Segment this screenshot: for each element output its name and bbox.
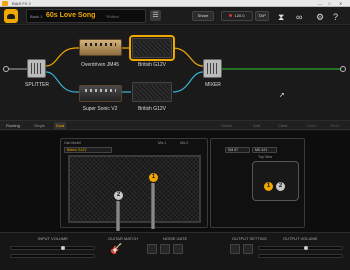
preset-selector[interactable]: Bank 1 60s Love Song *Edited (26, 9, 146, 23)
routing-label: Routing (6, 123, 20, 128)
share-button[interactable]: Share (192, 11, 214, 21)
cab-model-dropdown[interactable]: British G12V (64, 147, 112, 153)
amp-supersonic-block[interactable] (79, 85, 122, 102)
routing-dual-button[interactable]: Dual (54, 122, 67, 129)
noise-gate-label: NOISE GATE (163, 236, 188, 241)
guitar-match-label: GUITAR MATCH (108, 236, 138, 241)
gear-icon[interactable]: ⚙ (316, 13, 324, 22)
mini-mic1-marker[interactable]: 1 (264, 182, 273, 191)
redo-button[interactable]: Redo (330, 122, 340, 129)
input-volume-label: INPUT VOLUME (38, 236, 68, 241)
output-setting-label: OUTPUT SETTING (232, 236, 267, 241)
output-setting-button-2[interactable] (243, 244, 253, 254)
splitter-label: SPLITTER (25, 82, 49, 88)
mixer-block[interactable] (203, 59, 222, 78)
guitar-icon[interactable]: 🎸 (110, 244, 122, 255)
cab-grille (68, 155, 201, 223)
cab-top-label: British G12V (137, 62, 167, 68)
bank-label: Bank 1 (30, 14, 43, 19)
output-volume-fader[interactable] (258, 246, 343, 250)
splitter-block[interactable] (27, 59, 46, 78)
amp-overdriven-block[interactable] (79, 39, 122, 56)
bottom-bar: INPUT VOLUME GUITAR MATCH NOISE GATE OUT… (0, 232, 350, 270)
mic1-label: Mic 1 (158, 141, 167, 145)
window-title-bar: BIAS FX 2 — □ ✕ (0, 0, 350, 7)
cab-model-label: Cab Model (64, 141, 81, 145)
maximize-button[interactable]: □ (328, 1, 330, 6)
tap-button[interactable]: TAP (255, 11, 269, 21)
mic1-marker[interactable]: 1 (149, 173, 158, 182)
cab-top-grille (252, 161, 299, 201)
output-volume-label: OUTPUT VOLUME (283, 236, 318, 241)
scene-button[interactable]: Scene (221, 122, 232, 129)
bpm-display[interactable]: 120.0 (221, 11, 253, 21)
window-title: BIAS FX 2 (12, 1, 31, 6)
add-button[interactable]: Add (253, 122, 260, 129)
noise-gate-threshold[interactable] (160, 244, 170, 254)
cab-top-block[interactable] (129, 35, 175, 61)
bpm-value: 120.0 (234, 13, 245, 18)
cloud-logo-icon[interactable] (4, 9, 18, 23)
top-view-label: Top View (258, 155, 273, 159)
mic2-icon[interactable] (116, 201, 120, 231)
mic2-label: Mic 2 (180, 141, 189, 145)
link-icon[interactable]: ∞ (296, 13, 302, 22)
help-icon[interactable]: ? (333, 13, 338, 22)
mic1-icon[interactable] (151, 183, 155, 229)
app-header: Bank 1 60s Love Song *Edited ☰ Share 120… (0, 7, 350, 25)
app-icon (2, 1, 8, 6)
mini-mic2-marker[interactable]: 2 (276, 182, 285, 191)
noise-gate-decay[interactable] (173, 244, 183, 254)
noise-gate-toggle[interactable] (147, 244, 157, 254)
cab-bottom-block[interactable] (132, 82, 172, 102)
clear-button[interactable]: Clear (278, 122, 288, 129)
output-setting-button-1[interactable] (230, 244, 240, 254)
undo-button[interactable]: Undo (307, 122, 317, 129)
routing-toolbar: Routing Single Dual Scene Add Clear Undo… (0, 120, 350, 130)
preset-list-icon[interactable]: ☰ (150, 10, 161, 21)
preset-edited-tag: *Edited (106, 14, 119, 19)
mic1-type-dropdown[interactable]: SM 57 (225, 147, 250, 153)
mixer-label: MIXER (205, 82, 221, 88)
bpm-indicator-icon (229, 14, 233, 18)
amp-top-label: Overdriven JM45 (80, 62, 120, 68)
cab-bottom-label: British G12V (137, 106, 167, 112)
input-level-meter (10, 254, 95, 258)
minimize-button[interactable]: — (318, 1, 322, 6)
preset-name: 60s Love Song (46, 12, 96, 19)
mic2-marker[interactable]: 2 (114, 191, 123, 200)
amp-bottom-label: Super Sonic V2 (82, 106, 118, 112)
input-volume-fader[interactable] (10, 246, 95, 250)
output-level-meter (258, 254, 343, 258)
signal-loop-icon[interactable]: ⧗ (278, 13, 284, 22)
mic2-type-dropdown[interactable]: MD 421 (252, 147, 277, 153)
mouse-cursor-icon: ➚ (279, 92, 285, 99)
routing-single-button[interactable]: Single (34, 122, 45, 129)
close-window-button[interactable]: ✕ (339, 1, 342, 6)
